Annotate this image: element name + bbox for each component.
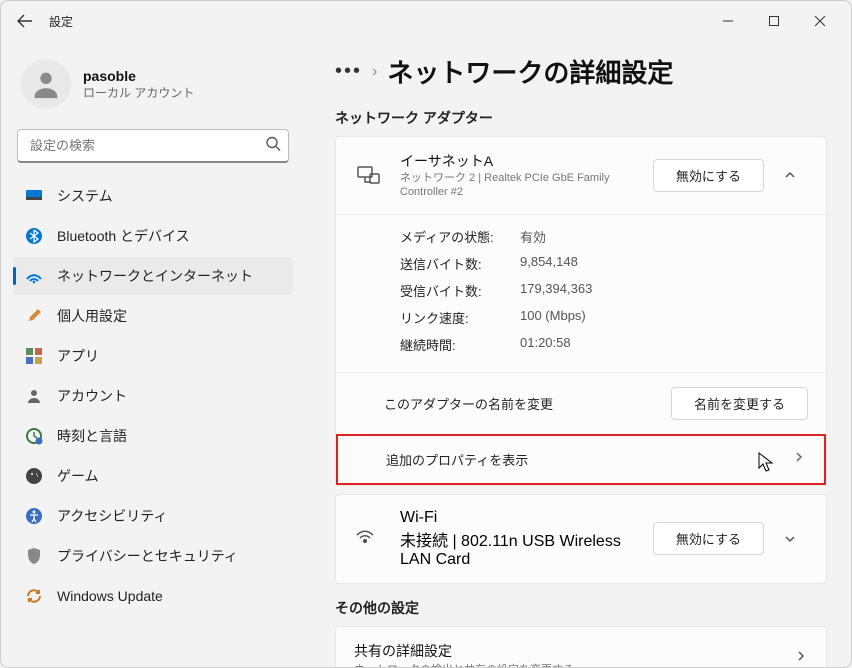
- ethernet-disable-button[interactable]: 無効にする: [653, 159, 764, 192]
- ethernet-icon: [354, 163, 382, 187]
- search-box: [17, 129, 289, 163]
- ethernet-adapter-card: イーサネットA ネットワーク 2 | Realtek PCIe GbE Fami…: [335, 136, 827, 486]
- stat-bytes-sent: 送信バイト数:9,854,148: [400, 250, 806, 277]
- sidebar-item-label: アカウント: [57, 386, 127, 406]
- clock-icon: [25, 427, 43, 445]
- chevron-right-icon: ›: [372, 63, 377, 81]
- bluetooth-icon: [25, 227, 43, 245]
- sidebar-item-network[interactable]: ネットワークとインターネット: [13, 257, 293, 295]
- sidebar-item-privacy[interactable]: プライバシーとセキュリティ: [13, 537, 293, 575]
- other-section-label: その他の設定: [335, 598, 827, 618]
- system-icon: [25, 187, 43, 205]
- main-content: ••• › ネットワークの詳細設定 ネットワーク アダプター イーサネットA ネ…: [311, 41, 851, 667]
- chevron-down-icon[interactable]: [772, 532, 808, 546]
- chevron-up-icon[interactable]: [772, 168, 808, 182]
- sharing-sub: ネットワークの検出と共有の設定を変更する: [354, 661, 794, 667]
- ethernet-header[interactable]: イーサネットA ネットワーク 2 | Realtek PCIe GbE Fami…: [336, 137, 826, 214]
- chevron-right-icon: [792, 450, 806, 469]
- sidebar-item-label: ネットワークとインターネット: [57, 266, 253, 286]
- sidebar-item-label: 個人用設定: [57, 306, 127, 326]
- wifi-icon: [354, 525, 382, 552]
- sidebar-item-update[interactable]: Windows Update: [13, 577, 293, 615]
- close-button[interactable]: [797, 6, 843, 36]
- more-properties-label: 追加のプロパティを表示: [386, 450, 792, 469]
- rename-label: このアダプターの名前を変更: [384, 394, 671, 413]
- shield-icon: [25, 547, 43, 565]
- sidebar-item-label: プライバシーとセキュリティ: [57, 546, 238, 566]
- sidebar-item-label: Windows Update: [57, 588, 163, 604]
- stat-media-state: メディアの状態:有効: [400, 223, 806, 250]
- sharing-settings-card[interactable]: 共有の詳細設定 ネットワークの検出と共有の設定を変更する: [335, 626, 827, 667]
- maximize-button[interactable]: [751, 6, 797, 36]
- sidebar-item-label: Bluetooth とデバイス: [57, 226, 190, 246]
- user-block[interactable]: pasoble ローカル アカウント: [13, 49, 293, 119]
- sharing-title: 共有の詳細設定: [354, 641, 794, 661]
- breadcrumb-more-icon[interactable]: •••: [335, 60, 362, 83]
- sidebar-item-label: アプリ: [57, 346, 99, 366]
- avatar: [21, 59, 71, 109]
- sidebar-item-system[interactable]: システム: [13, 177, 293, 215]
- breadcrumb: ••• › ネットワークの詳細設定: [335, 53, 827, 90]
- page-title: ネットワークの詳細設定: [387, 53, 673, 90]
- wifi-adapter-card[interactable]: Wi-Fi 未接続 | 802.11n USB Wireless LAN Car…: [335, 494, 827, 584]
- sidebar-item-label: システム: [57, 186, 113, 206]
- window-title: 設定: [49, 13, 73, 30]
- accessibility-icon: [25, 507, 43, 525]
- wifi-title: Wi-Fi: [400, 509, 653, 527]
- sidebar-item-label: 時刻と言語: [57, 426, 127, 446]
- gaming-icon: [25, 467, 43, 485]
- sidebar-item-label: アクセシビリティ: [57, 506, 167, 526]
- accounts-icon: [25, 387, 43, 405]
- ethernet-title: イーサネットA: [400, 151, 653, 171]
- adapters-section-label: ネットワーク アダプター: [335, 108, 827, 128]
- user-type: ローカル アカウント: [83, 84, 194, 101]
- sidebar-item-gaming[interactable]: ゲーム: [13, 457, 293, 495]
- window-controls: [705, 6, 843, 36]
- wifi-sub: 未接続 | 802.11n USB Wireless LAN Card: [400, 527, 653, 569]
- sidebar-item-accessibility[interactable]: アクセシビリティ: [13, 497, 293, 535]
- sidebar-item-apps[interactable]: アプリ: [13, 337, 293, 375]
- person-icon: [29, 67, 63, 101]
- network-icon: [25, 267, 43, 285]
- stat-bytes-recv: 受信バイト数:179,394,363: [400, 277, 806, 304]
- ethernet-sub: ネットワーク 2 | Realtek PCIe GbE Family Contr…: [400, 171, 653, 200]
- wifi-disable-button[interactable]: 無効にする: [653, 522, 764, 555]
- apps-icon: [25, 347, 43, 365]
- stat-link-speed: リンク速度:100 (Mbps): [400, 304, 806, 331]
- rename-button[interactable]: 名前を変更する: [671, 387, 808, 420]
- minimize-button[interactable]: [705, 6, 751, 36]
- brush-icon: [25, 307, 43, 325]
- nav-list: システム Bluetooth とデバイス ネットワークとインターネット 個人用設…: [13, 177, 293, 615]
- sidebar-item-personalize[interactable]: 個人用設定: [13, 297, 293, 335]
- back-button[interactable]: [9, 5, 41, 37]
- sidebar: pasoble ローカル アカウント システム Bluetooth とデバイス …: [1, 41, 301, 667]
- sidebar-item-label: ゲーム: [57, 466, 99, 486]
- sidebar-item-accounts[interactable]: アカウント: [13, 377, 293, 415]
- rename-adapter-row: このアダプターの名前を変更 名前を変更する: [336, 372, 826, 434]
- update-icon: [25, 587, 43, 605]
- stat-duration: 継続時間:01:20:58: [400, 331, 806, 358]
- search-input[interactable]: [17, 129, 289, 163]
- sidebar-item-bluetooth[interactable]: Bluetooth とデバイス: [13, 217, 293, 255]
- search-icon: [265, 136, 281, 157]
- ethernet-stats: メディアの状態:有効 送信バイト数:9,854,148 受信バイト数:179,3…: [336, 214, 826, 372]
- more-properties-row[interactable]: 追加のプロパティを表示: [336, 434, 826, 485]
- sidebar-item-time[interactable]: 時刻と言語: [13, 417, 293, 455]
- titlebar: 設定: [1, 1, 851, 41]
- user-name: pasoble: [83, 68, 194, 84]
- chevron-right-icon: [794, 649, 808, 667]
